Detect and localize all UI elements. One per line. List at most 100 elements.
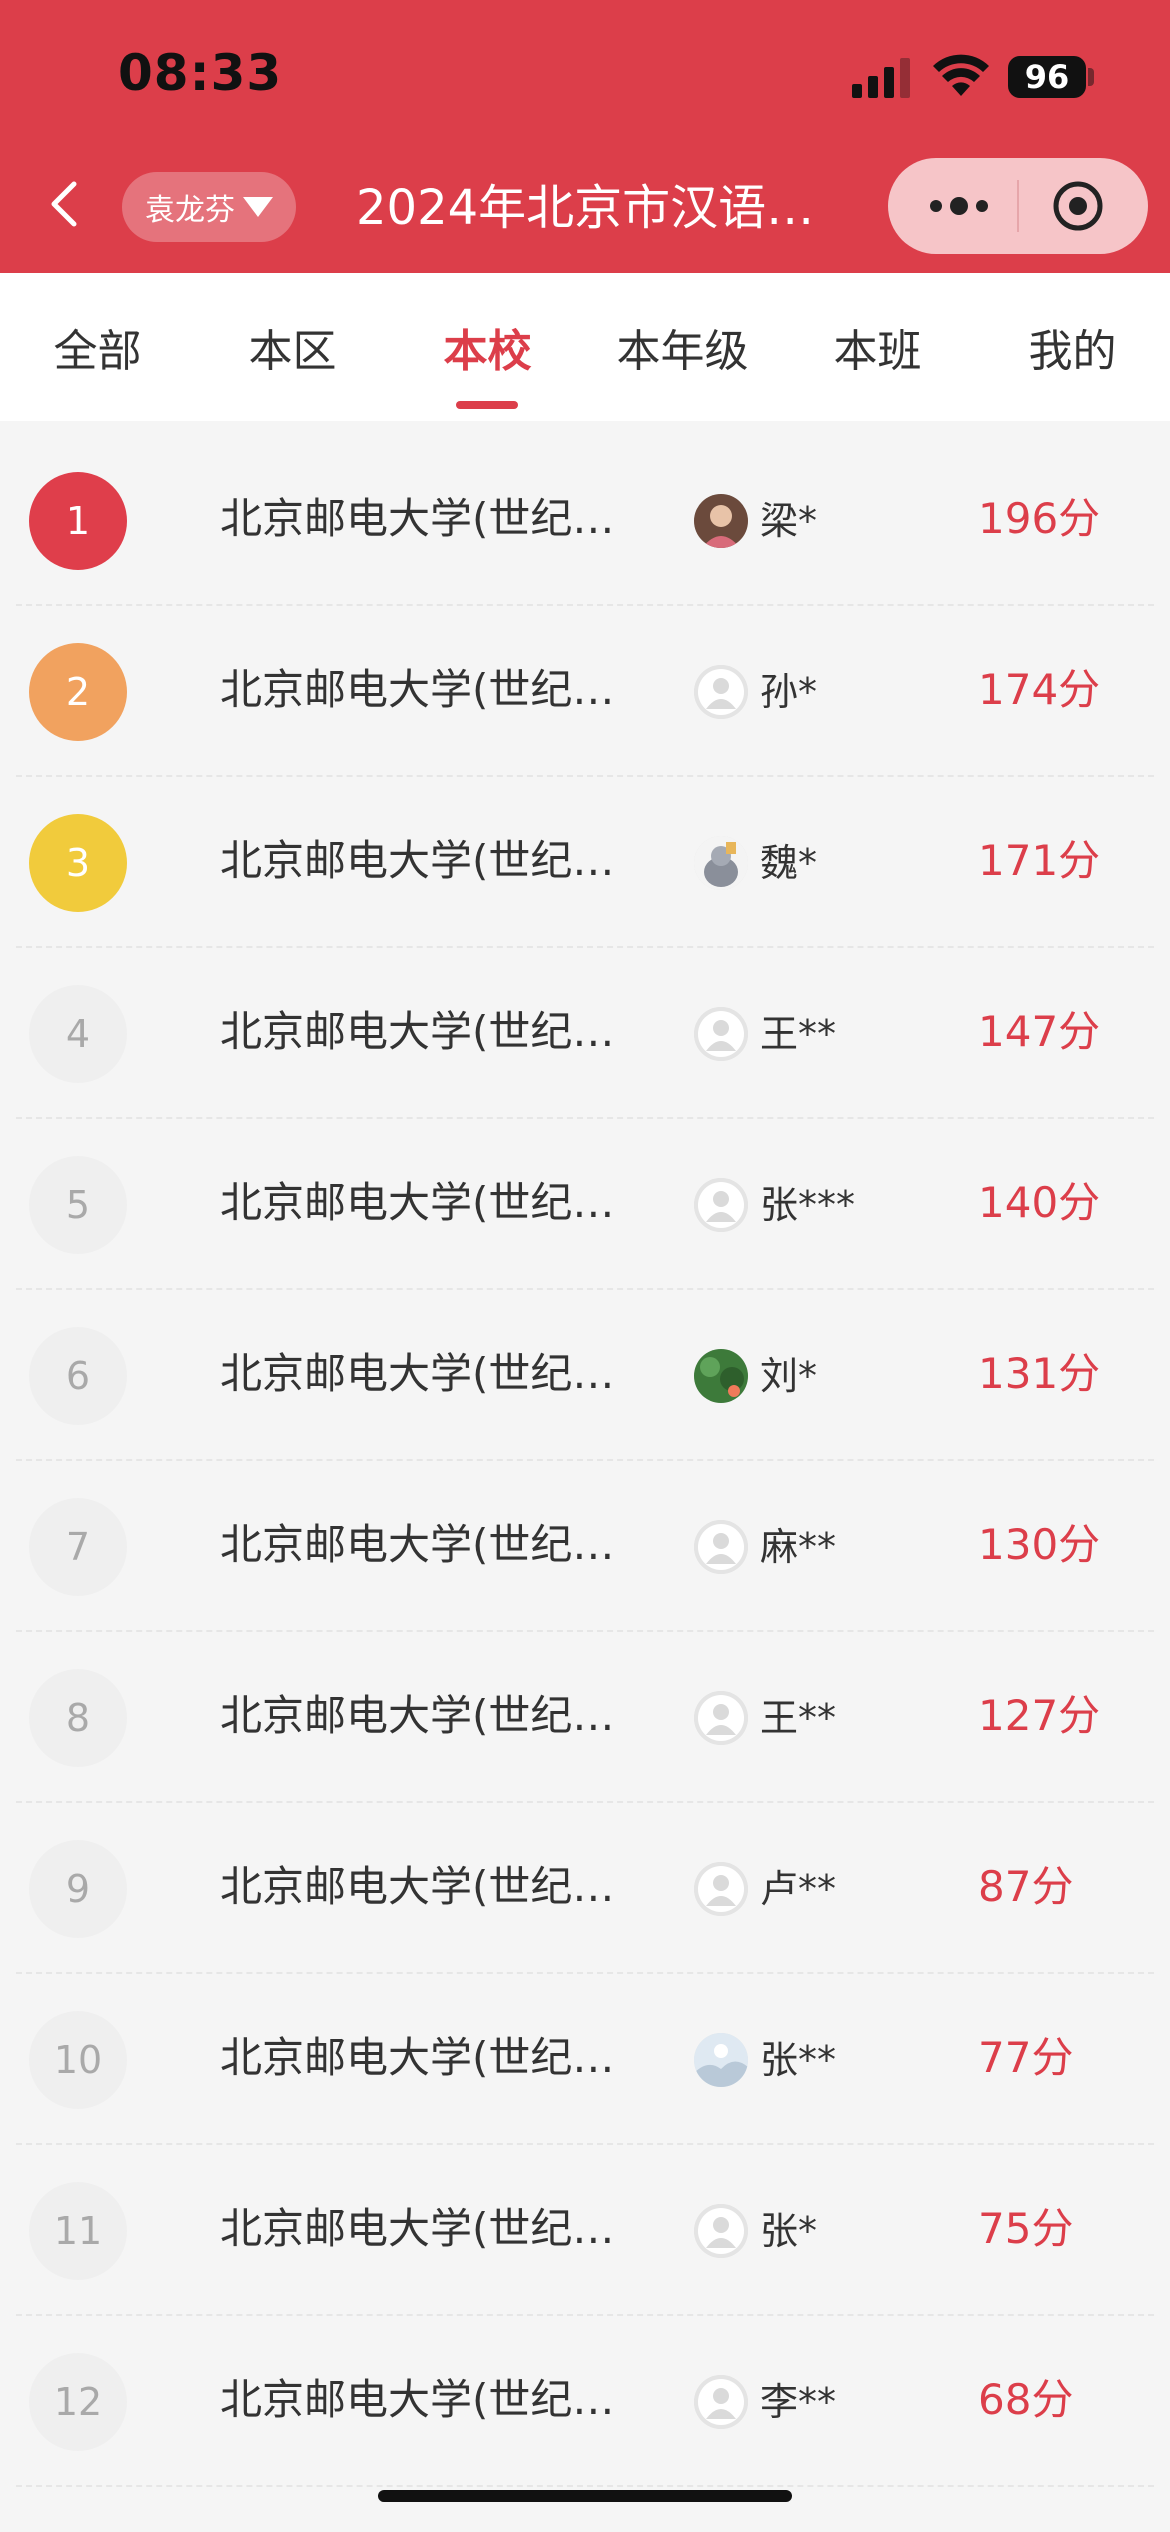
school-name: 北京邮电大学(世纪…: [220, 1349, 615, 1398]
school-name: 北京邮电大学(世纪…: [220, 2033, 615, 2082]
user-avatar: [694, 665, 748, 719]
school-name: 北京邮电大学(世纪…: [220, 1178, 615, 1227]
capsule-divider: [1017, 180, 1019, 232]
rank-badge: 9: [29, 1840, 127, 1938]
default-avatar-icon: [694, 1520, 748, 1574]
ranking-list: 1 北京邮电大学(世纪… 梁* 196分 2 北京邮电大学(世纪… 孙* 174…: [0, 435, 1170, 2487]
default-avatar-icon: [694, 1862, 748, 1916]
photo-avatar-icon: [694, 494, 748, 548]
school-name: 北京邮电大学(世纪…: [220, 1520, 615, 1569]
ranking-row[interactable]: 10 北京邮电大学(世纪… 张** 77分: [0, 1974, 1170, 2145]
ranking-row[interactable]: 1 北京邮电大学(世纪… 梁* 196分: [0, 435, 1170, 606]
score-value: 77分: [978, 2033, 1074, 2082]
rank-badge: 2: [29, 643, 127, 741]
user-avatar: [694, 1349, 748, 1403]
score-value: 87分: [978, 1862, 1074, 1911]
default-avatar-icon: [694, 1178, 748, 1232]
school-name: 北京邮电大学(世纪…: [220, 2204, 615, 2253]
tab-school[interactable]: 本校: [390, 273, 585, 421]
battery-icon: 96: [1008, 56, 1086, 98]
user-name: 梁*: [760, 499, 818, 543]
ranking-row[interactable]: 8 北京邮电大学(世纪… 王** 127分: [0, 1632, 1170, 1803]
tab-label: 我的: [1028, 326, 1117, 377]
user-name: 卢**: [760, 1867, 837, 1911]
green-photo-avatar-icon: [694, 1349, 748, 1403]
score-value: 174分: [978, 665, 1101, 714]
default-avatar-icon: [694, 2375, 748, 2429]
user-name-label: 袁龙芬: [145, 193, 235, 228]
wifi-icon: [933, 54, 989, 96]
tab-district[interactable]: 本区: [195, 273, 390, 421]
close-mini-program-icon[interactable]: [1052, 180, 1104, 232]
user-avatar: [694, 1691, 748, 1745]
back-arrow-icon[interactable]: [44, 176, 84, 232]
score-value: 68分: [978, 2375, 1074, 2424]
mini-program-capsule: [888, 158, 1148, 254]
user-name: 王**: [760, 1696, 837, 1740]
score-value: 196分: [978, 494, 1101, 543]
score-value: 75分: [978, 2204, 1074, 2253]
user-avatar: [694, 1007, 748, 1061]
tab-label: 本校: [443, 326, 532, 377]
page-title: 2024年北京市汉语…: [356, 180, 815, 236]
default-avatar-icon: [694, 2204, 748, 2258]
landscape-avatar-icon: [694, 2033, 748, 2087]
rank-badge: 6: [29, 1327, 127, 1425]
school-name: 北京邮电大学(世纪…: [220, 665, 615, 714]
ranking-row[interactable]: 7 北京邮电大学(世纪… 麻** 130分: [0, 1461, 1170, 1632]
rank-badge: 7: [29, 1498, 127, 1596]
school-name: 北京邮电大学(世纪…: [220, 1862, 615, 1911]
cartoon-avatar-icon: [694, 836, 748, 890]
tab-label: 本年级: [616, 326, 749, 377]
user-avatar: [694, 2204, 748, 2258]
score-value: 130分: [978, 1520, 1101, 1569]
status-time: 08:33: [118, 44, 283, 102]
default-avatar-icon: [694, 1007, 748, 1061]
tab-label: 本班: [833, 326, 922, 377]
tab-label: 本区: [248, 326, 337, 377]
rank-badge: 8: [29, 1669, 127, 1767]
user-switch-dropdown[interactable]: 袁龙芬: [122, 172, 296, 242]
score-value: 140分: [978, 1178, 1101, 1227]
ranking-row[interactable]: 9 北京邮电大学(世纪… 卢** 87分: [0, 1803, 1170, 1974]
cellular-signal-icon: [852, 58, 910, 98]
ranking-row[interactable]: 2 北京邮电大学(世纪… 孙* 174分: [0, 606, 1170, 777]
score-value: 131分: [978, 1349, 1101, 1398]
user-avatar: [694, 836, 748, 890]
ranking-row[interactable]: 4 北京邮电大学(世纪… 王** 147分: [0, 948, 1170, 1119]
user-name: 麻**: [760, 1525, 837, 1569]
rank-badge: 3: [29, 814, 127, 912]
user-name: 刘*: [760, 1354, 818, 1398]
user-name: 张*: [760, 2209, 818, 2253]
caret-down-icon: [243, 197, 273, 217]
tab-mine[interactable]: 我的: [975, 273, 1170, 421]
school-name: 北京邮电大学(世纪…: [220, 836, 615, 885]
score-value: 147分: [978, 1007, 1101, 1056]
ranking-row[interactable]: 12 北京邮电大学(世纪… 李** 68分: [0, 2316, 1170, 2487]
rank-badge: 11: [29, 2182, 127, 2280]
school-name: 北京邮电大学(世纪…: [220, 1007, 615, 1056]
ranking-row[interactable]: 6 北京邮电大学(世纪… 刘* 131分: [0, 1290, 1170, 1461]
rank-badge: 10: [29, 2011, 127, 2109]
row-divider: [16, 2485, 1154, 2487]
header-bar: 08:33 96 袁龙芬 2024年北京市汉语…: [0, 0, 1170, 273]
ranking-row[interactable]: 3 北京邮电大学(世纪… 魏* 171分: [0, 777, 1170, 948]
user-avatar: [694, 2033, 748, 2087]
user-name: 孙*: [760, 670, 818, 714]
tab-class[interactable]: 本班: [780, 273, 975, 421]
tab-all[interactable]: 全部: [0, 273, 195, 421]
ranking-row[interactable]: 5 北京邮电大学(世纪… 张*** 140分: [0, 1119, 1170, 1290]
home-indicator: [378, 2490, 792, 2502]
default-avatar-icon: [694, 1691, 748, 1745]
tab-label: 全部: [53, 326, 142, 377]
user-avatar: [694, 1178, 748, 1232]
user-name: 魏*: [760, 841, 818, 885]
user-name: 李**: [760, 2380, 837, 2424]
user-name: 王**: [760, 1012, 837, 1056]
ranking-row[interactable]: 11 北京邮电大学(世纪… 张* 75分: [0, 2145, 1170, 2316]
tab-grade[interactable]: 本年级: [585, 273, 780, 421]
user-avatar: [694, 1862, 748, 1916]
more-options-icon[interactable]: [924, 182, 994, 230]
rank-badge: 5: [29, 1156, 127, 1254]
default-avatar-icon: [694, 665, 748, 719]
